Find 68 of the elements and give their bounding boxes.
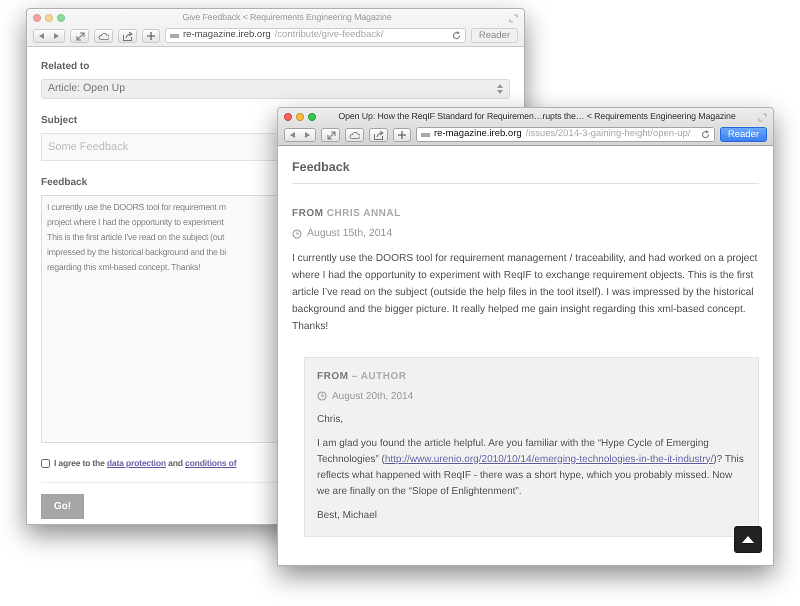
back-icon xyxy=(288,130,298,140)
cloud-button[interactable] xyxy=(94,28,113,42)
plus-icon xyxy=(397,130,407,140)
forward-icon xyxy=(51,30,61,40)
address-field[interactable]: re-magazine.ireb.org /issues/2014-3-gaining-height/open-up/ xyxy=(416,127,715,142)
back-forward-button[interactable] xyxy=(33,28,65,42)
feedback-field[interactable]: I currently use the DOORS tool for requirement m project where I had the opportunity to experiment This is the first article I’ve read on the subject (out impressed by the historical background and the bi regarding this xml-based concept. Thanks! xyxy=(41,195,278,443)
minimize-button[interactable] xyxy=(296,113,304,121)
fullscreen-icon[interactable] xyxy=(509,14,518,22)
cloud-icon xyxy=(98,30,109,40)
close-button[interactable] xyxy=(33,14,41,22)
reply-text: I am glad you found the article helpful. Are you familiar with the “Hype Cycle of Emerging Technologies” (http://www.urenio.org/2010/10/14/emerging-technologies-in-the-it-industry/)? This reflects what happened with ReqIF - there was a short hype, which you probably missed. Now we are finally on the “Slope of Enlightenment”. xyxy=(317,436,745,498)
reader-button[interactable]: Reader xyxy=(720,127,767,142)
clock-icon xyxy=(317,391,327,401)
reply-author: FROM – AUTHOR xyxy=(317,370,408,384)
expand-icon xyxy=(74,30,84,40)
url-host: re-magazine.ireb.org xyxy=(434,127,522,142)
field-label: Feedback xyxy=(41,176,88,190)
plus-icon xyxy=(146,30,156,40)
share-button[interactable] xyxy=(369,128,388,142)
agree-checkbox[interactable] xyxy=(41,458,50,468)
reply-closing: Best, Michael xyxy=(317,508,378,522)
address-field[interactable]: re-magazine.ireb.org /contribute/give-feedback/ xyxy=(165,28,466,43)
agree-text: I agree to the data protection and conditions of xyxy=(54,457,236,470)
new-tab-button[interactable] xyxy=(393,128,411,142)
subject-field[interactable]: Some Feedback xyxy=(41,133,278,161)
back-forward-button[interactable] xyxy=(284,128,316,142)
fullscreen-icon[interactable] xyxy=(758,112,767,122)
field-label: Related to xyxy=(41,60,90,74)
url-host: re-magazine.ireb.org xyxy=(183,28,271,42)
forward-icon xyxy=(302,130,312,140)
clock-icon xyxy=(292,228,302,239)
comment-author: FROM CHRIS ANNAL xyxy=(292,206,402,221)
back-icon xyxy=(37,30,47,40)
window-title: Give Feedback < Requirements Engineering Magazine xyxy=(181,11,393,24)
scroll-top-button[interactable] xyxy=(734,526,762,553)
fullscreen-button[interactable] xyxy=(70,28,89,42)
reload-icon[interactable] xyxy=(700,130,710,139)
new-tab-button[interactable] xyxy=(142,28,160,42)
window-title: Open Up: How the ReqIF Standard for Requiremen…rupts the… < Requirements Engineering Magazine xyxy=(337,110,737,124)
data-protection-link[interactable]: data protection xyxy=(106,458,166,468)
reply-link[interactable]: http://www.urenio.org/2010/10/14/emerging-technologies-in-the-it-industry/ xyxy=(384,454,714,464)
cloud-button[interactable] xyxy=(345,128,364,142)
url-path: /contribute/give-feedback/ xyxy=(274,28,384,42)
section-heading: Feedback xyxy=(292,158,759,184)
reply-greeting: Chris, xyxy=(317,412,344,426)
share-icon xyxy=(373,130,384,140)
share-icon xyxy=(122,30,133,40)
share-button[interactable] xyxy=(118,28,137,42)
comment-date: August 20th, 2014 xyxy=(332,390,414,404)
url-path: /issues/2014-3-gaining-height/open-up/ xyxy=(526,127,692,142)
cloud-icon xyxy=(349,130,360,140)
reader-button[interactable]: Reader xyxy=(470,28,518,43)
site-icon xyxy=(170,32,179,38)
fullscreen-button[interactable] xyxy=(321,128,340,142)
field-label: Subject xyxy=(41,114,78,128)
close-button[interactable] xyxy=(284,113,292,121)
up-triangle-icon xyxy=(742,536,754,543)
updown-icon xyxy=(497,84,503,94)
reload-icon[interactable] xyxy=(452,31,461,40)
comment-text: I currently use the DOORS tool for requirement management / traceability, and had worked on a project where I had the opportunity to experiment with ReqIF to exchange requirement objects. This is the first article I’ve read on the subject (outside the help files in the tool itself). I was impressed by the historical background and the bigger picture. It really helped me gain insight regarding this xml-based concept. Thanks! xyxy=(292,252,758,334)
submit-button[interactable]: Go! xyxy=(41,494,84,519)
expand-icon xyxy=(326,130,336,140)
site-icon xyxy=(421,132,430,138)
comment-date: August 15th, 2014 xyxy=(307,226,392,241)
conditions-link[interactable]: conditions of xyxy=(185,458,236,468)
related-select[interactable]: Article: Open Up xyxy=(41,79,510,99)
zoom-button[interactable] xyxy=(308,113,316,121)
